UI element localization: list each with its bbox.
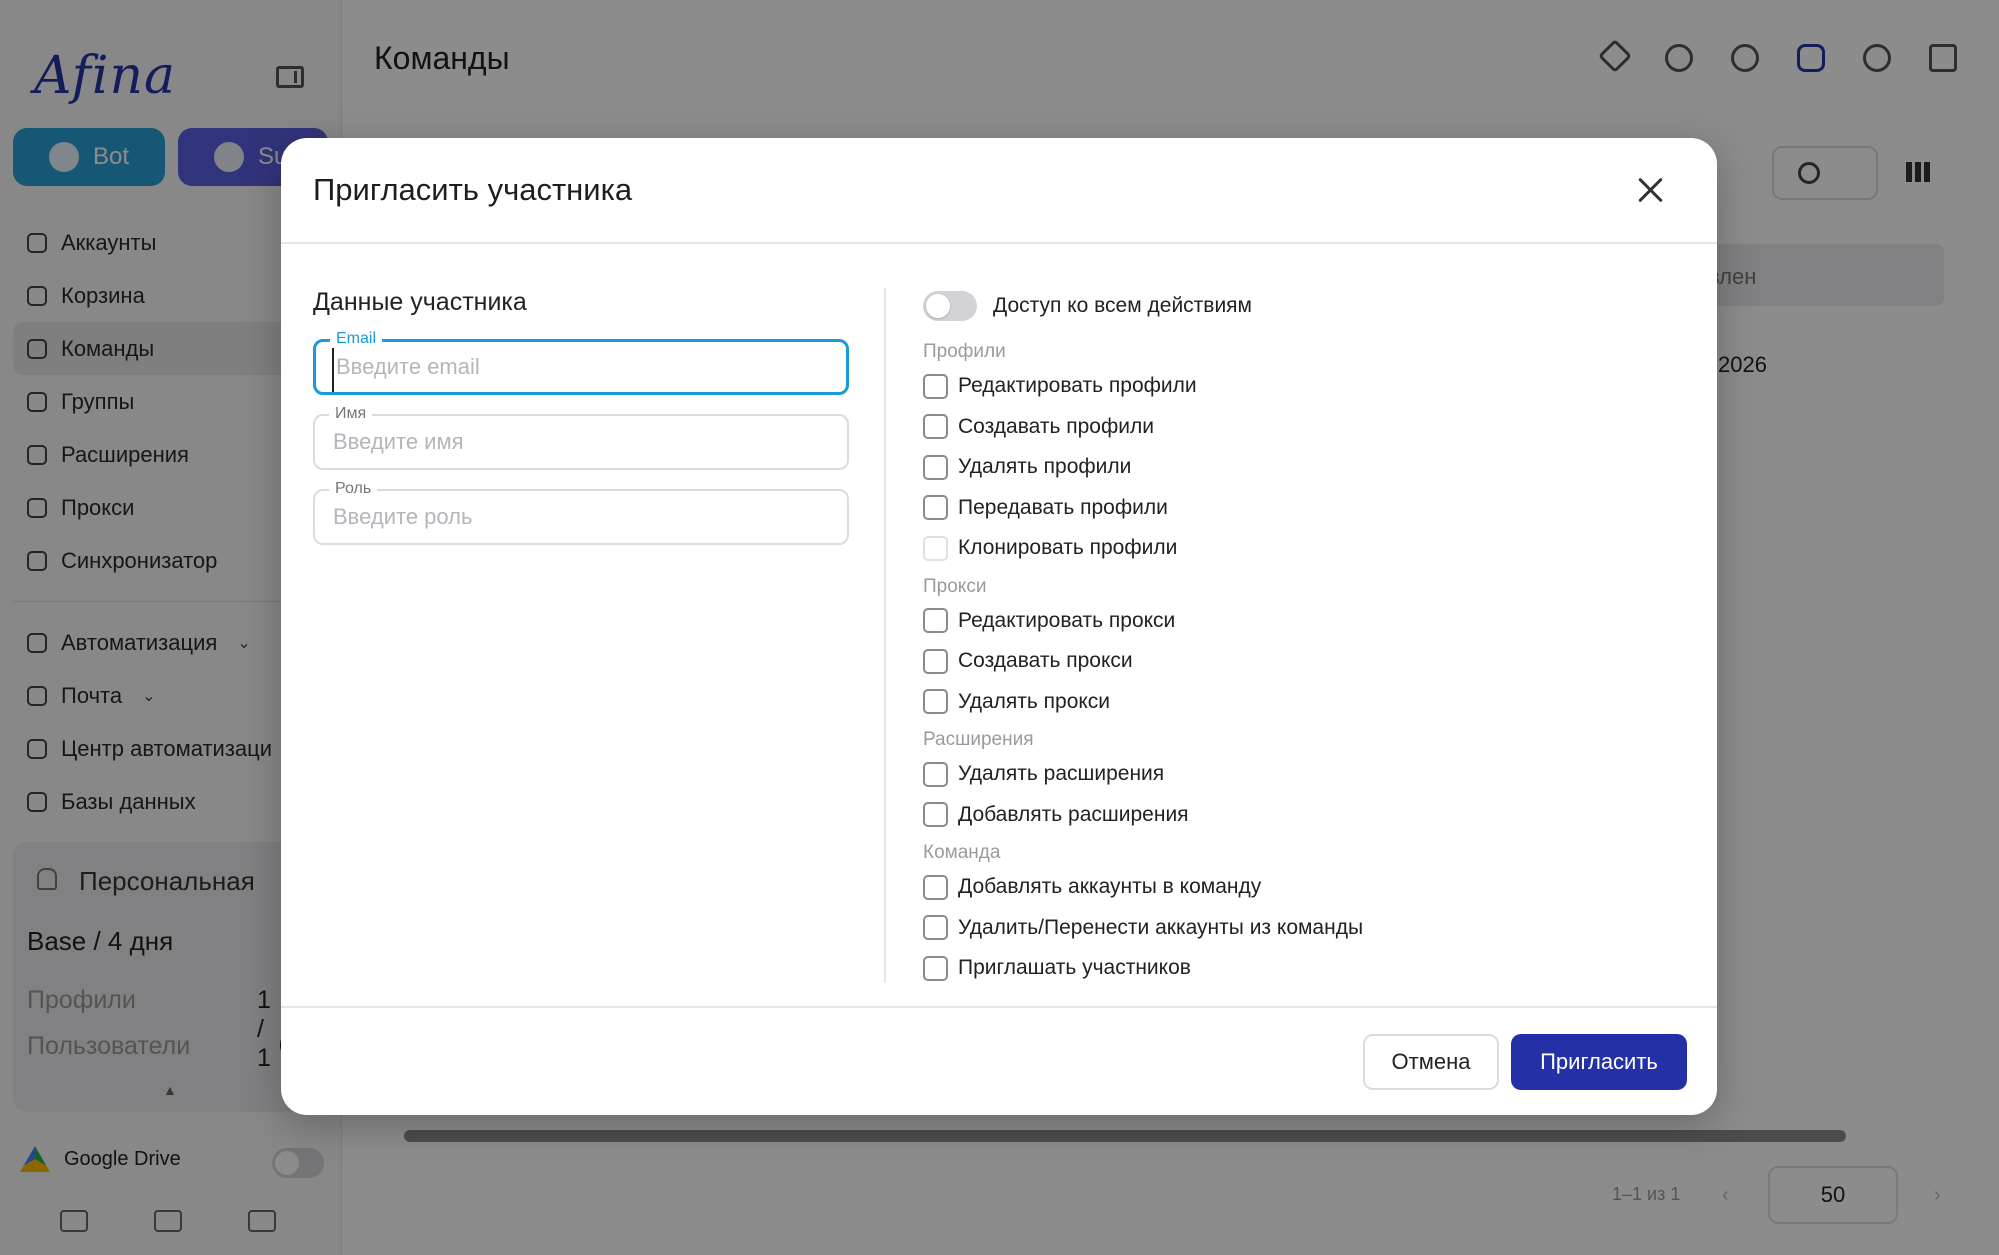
invite-button[interactable]: Пригласить [1511, 1034, 1687, 1090]
permission-label: Удалить/Перенести аккаунты из команды [958, 915, 1364, 939]
permission-label: Редактировать прокси [958, 608, 1176, 632]
member-data-section: Данные участника Email Имя Роль [313, 288, 849, 564]
permission-checkbox[interactable] [923, 955, 948, 981]
permission-label: Редактировать профили [958, 374, 1197, 398]
permission-checkbox[interactable] [923, 761, 948, 787]
permission-row: Редактировать прокси [923, 601, 1683, 642]
all-actions-toggle[interactable] [923, 291, 977, 321]
permission-row: Клонировать профили [923, 528, 1683, 569]
group-title-team: Команда [923, 842, 1001, 863]
group-title-proxies: Прокси [923, 575, 987, 597]
cancel-button[interactable]: Отмена [1363, 1034, 1499, 1090]
permission-label: Передавать профили [958, 495, 1168, 519]
permission-checkbox[interactable] [923, 373, 948, 399]
permission-row: Создавать прокси [923, 641, 1683, 682]
permission-row: Редактировать профили [923, 366, 1683, 407]
dialog-title: Пригласить участника [313, 172, 633, 207]
permission-label: Добавлять аккаунты в команду [958, 875, 1262, 899]
permission-row: Удалить/Перенести аккаунты из команды [923, 908, 1683, 949]
name-label: Имя [329, 405, 373, 423]
email-field: Email [313, 330, 849, 395]
name-field: Имя [313, 405, 849, 470]
permission-label: Клонировать профили [958, 536, 1178, 560]
permission-checkbox[interactable] [923, 874, 948, 900]
permission-row: Добавлять аккаунты в команду [923, 867, 1683, 908]
permission-row: Удалять прокси [923, 682, 1683, 723]
email-input[interactable] [332, 342, 844, 392]
permission-label: Удалять профили [958, 455, 1132, 479]
permission-row: Создавать профили [923, 407, 1683, 448]
all-actions-row: Доступ ко всем действиям [923, 286, 1683, 326]
column-divider [884, 288, 886, 983]
invite-member-dialog: Пригласить участника Данные участника Em… [281, 138, 1717, 1115]
permission-checkbox[interactable] [923, 648, 948, 674]
permission-checkbox[interactable] [923, 802, 948, 828]
permission-row: Удалять профили [923, 447, 1683, 488]
dialog-header: Пригласить участника [281, 138, 1717, 244]
permission-checkbox[interactable] [923, 689, 948, 715]
permission-label: Приглашать участников [958, 956, 1191, 980]
group-title-profiles: Профили [923, 341, 1006, 362]
permission-label: Создавать прокси [958, 649, 1133, 673]
dialog-footer: Отмена Пригласить [281, 1006, 1717, 1115]
all-actions-label: Доступ ко всем действиям [993, 294, 1252, 317]
permission-label: Удалять расширения [958, 762, 1165, 786]
role-input[interactable] [315, 491, 847, 543]
name-input[interactable] [315, 416, 847, 468]
permission-checkbox[interactable] [923, 414, 948, 440]
permission-row: Передавать профили [923, 488, 1683, 529]
role-label: Роль [329, 480, 378, 498]
permission-checkbox[interactable] [923, 915, 948, 941]
permission-row: Приглашать участников [923, 948, 1683, 989]
email-label: Email [330, 330, 383, 348]
permission-checkbox[interactable] [923, 608, 948, 634]
close-icon[interactable] [1637, 176, 1665, 204]
role-field: Роль [313, 480, 849, 545]
permissions-section: Доступ ко всем действиям Профили Редакти… [923, 286, 1683, 989]
permission-row: Удалять расширения [923, 754, 1683, 795]
permission-label: Создавать профили [958, 414, 1154, 438]
permission-checkbox[interactable] [923, 535, 948, 561]
permission-checkbox[interactable] [923, 495, 948, 521]
section-title: Данные участника [313, 288, 527, 316]
permission-checkbox[interactable] [923, 454, 948, 480]
permission-label: Удалять прокси [958, 689, 1111, 713]
permission-row: Добавлять расширения [923, 795, 1683, 836]
group-title-extensions: Расширения [923, 729, 1034, 750]
permission-label: Добавлять расширения [958, 802, 1189, 826]
